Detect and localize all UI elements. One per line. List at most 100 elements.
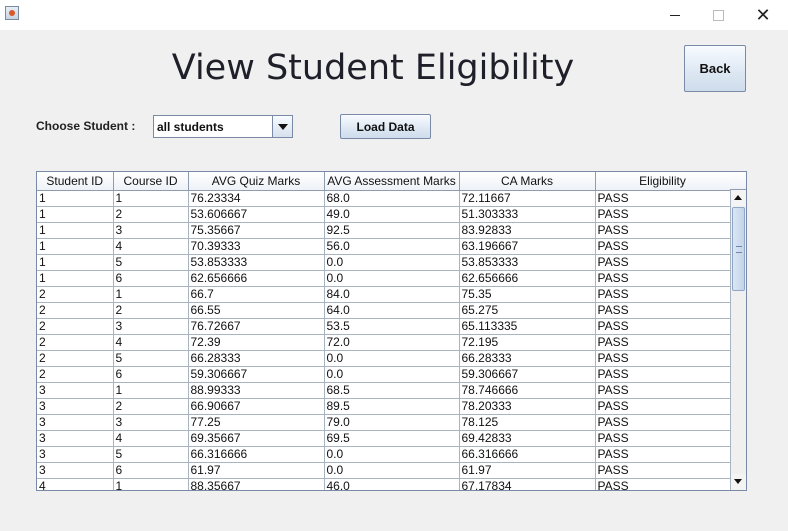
table-cell[interactable]: 3: [37, 382, 114, 399]
table-cell[interactable]: 6: [113, 270, 189, 287]
table-cell[interactable]: 92.5: [324, 222, 460, 239]
table-cell[interactable]: 2: [37, 350, 114, 367]
table-row[interactable]: 1 5 53.853333 0.0 53.853333 PASS: [37, 254, 730, 271]
table-row[interactable]: 3 6 61.97 0.0 61.97 PASS: [37, 462, 730, 479]
table-cell[interactable]: 2: [37, 302, 114, 319]
table-cell[interactable]: 70.39333: [188, 238, 325, 255]
table-cell[interactable]: 1: [37, 206, 114, 223]
table-cell[interactable]: 2: [37, 318, 114, 335]
table-cell[interactable]: 4: [113, 334, 189, 351]
table-cell[interactable]: 88.35667: [188, 478, 325, 490]
table-cell[interactable]: 53.853333: [459, 254, 596, 271]
column-header[interactable]: CA Marks: [459, 172, 596, 191]
table-cell[interactable]: 78.20333: [459, 398, 596, 415]
table-row[interactable]: 2 2 66.55 64.0 65.275 PASS: [37, 302, 730, 319]
table-cell[interactable]: 3: [37, 430, 114, 447]
table-row[interactable]: 2 4 72.39 72.0 72.195 PASS: [37, 334, 730, 351]
table-cell[interactable]: 65.113335: [459, 318, 596, 335]
table-cell[interactable]: 53.853333: [188, 254, 325, 271]
scroll-down-icon[interactable]: [731, 474, 746, 490]
table-cell[interactable]: 4: [37, 478, 114, 490]
table-cell[interactable]: 4: [113, 430, 189, 447]
table-cell[interactable]: 5: [113, 254, 189, 271]
table-cell[interactable]: 53.606667: [188, 206, 325, 223]
table-cell[interactable]: 1: [113, 190, 189, 207]
table-cell[interactable]: 59.306667: [188, 366, 325, 383]
table-cell[interactable]: 1: [113, 478, 189, 490]
table-cell[interactable]: 2: [113, 302, 189, 319]
table-cell[interactable]: 63.196667: [459, 238, 596, 255]
table-row[interactable]: 3 1 88.99333 68.5 78.746666 PASS: [37, 382, 730, 399]
chevron-down-icon[interactable]: [272, 116, 292, 137]
table-cell[interactable]: 75.35667: [188, 222, 325, 239]
table-cell[interactable]: 3: [113, 222, 189, 239]
table-cell[interactable]: 66.90667: [188, 398, 325, 415]
table-cell[interactable]: 62.656666: [188, 270, 325, 287]
table-cell[interactable]: PASS: [595, 430, 730, 447]
table-cell[interactable]: 0.0: [324, 446, 460, 463]
table-cell[interactable]: 64.0: [324, 302, 460, 319]
table-cell[interactable]: 76.23334: [188, 190, 325, 207]
table-cell[interactable]: 3: [113, 318, 189, 335]
table-cell[interactable]: PASS: [595, 414, 730, 431]
table-cell[interactable]: PASS: [595, 190, 730, 207]
table-cell[interactable]: 0.0: [324, 366, 460, 383]
table-cell[interactable]: PASS: [595, 286, 730, 303]
table-row[interactable]: 1 4 70.39333 56.0 63.196667 PASS: [37, 238, 730, 255]
table-cell[interactable]: 66.28333: [188, 350, 325, 367]
table-cell[interactable]: 0.0: [324, 462, 460, 479]
table-cell[interactable]: 72.39: [188, 334, 325, 351]
table-cell[interactable]: 72.195: [459, 334, 596, 351]
table-cell[interactable]: 78.125: [459, 414, 596, 431]
minimize-button[interactable]: [652, 0, 698, 30]
table-cell[interactable]: 67.17834: [459, 478, 596, 490]
table-row[interactable]: 2 3 76.72667 53.5 65.113335 PASS: [37, 318, 730, 335]
table-row[interactable]: 3 4 69.35667 69.5 69.42833 PASS: [37, 430, 730, 447]
table-cell[interactable]: 69.42833: [459, 430, 596, 447]
table-cell[interactable]: 1: [113, 382, 189, 399]
table-row[interactable]: 1 3 75.35667 92.5 83.92833 PASS: [37, 222, 730, 239]
table-cell[interactable]: 1: [37, 254, 114, 271]
scroll-up-icon[interactable]: [731, 190, 746, 206]
table-cell[interactable]: 46.0: [324, 478, 460, 490]
table-cell[interactable]: 56.0: [324, 238, 460, 255]
table-row[interactable]: 4 1 88.35667 46.0 67.17834 PASS: [37, 478, 730, 490]
table-cell[interactable]: 0.0: [324, 270, 460, 287]
table-cell[interactable]: 2: [113, 398, 189, 415]
table-cell[interactable]: PASS: [595, 238, 730, 255]
table-cell[interactable]: 2: [37, 286, 114, 303]
table-cell[interactable]: PASS: [595, 318, 730, 335]
table-cell[interactable]: PASS: [595, 222, 730, 239]
table-cell[interactable]: 6: [113, 462, 189, 479]
table-row[interactable]: 3 5 66.316666 0.0 66.316666 PASS: [37, 446, 730, 463]
table-row[interactable]: 1 2 53.606667 49.0 51.303333 PASS: [37, 206, 730, 223]
table-cell[interactable]: 68.0: [324, 190, 460, 207]
table-cell[interactable]: 3: [37, 446, 114, 463]
table-cell[interactable]: 1: [37, 222, 114, 239]
table-cell[interactable]: PASS: [595, 462, 730, 479]
maximize-button[interactable]: [695, 0, 741, 30]
table-cell[interactable]: 69.5: [324, 430, 460, 447]
table-cell[interactable]: 1: [37, 238, 114, 255]
table-cell[interactable]: 77.25: [188, 414, 325, 431]
column-header[interactable]: AVG Assessment Marks: [324, 172, 460, 191]
table-cell[interactable]: 2: [37, 334, 114, 351]
back-button[interactable]: Back: [684, 45, 746, 92]
vertical-scrollbar[interactable]: [730, 172, 746, 490]
table-cell[interactable]: PASS: [595, 446, 730, 463]
table-cell[interactable]: 66.7: [188, 286, 325, 303]
table-cell[interactable]: 61.97: [459, 462, 596, 479]
close-button[interactable]: ✕: [740, 0, 786, 30]
table-cell[interactable]: 66.55: [188, 302, 325, 319]
table-cell[interactable]: 61.97: [188, 462, 325, 479]
table-cell[interactable]: 3: [113, 414, 189, 431]
table-cell[interactable]: 69.35667: [188, 430, 325, 447]
table-cell[interactable]: 66.316666: [188, 446, 325, 463]
table-cell[interactable]: 53.5: [324, 318, 460, 335]
table-cell[interactable]: 65.275: [459, 302, 596, 319]
table-cell[interactable]: 62.656666: [459, 270, 596, 287]
table-cell[interactable]: 78.746666: [459, 382, 596, 399]
table-cell[interactable]: 3: [37, 414, 114, 431]
table-cell[interactable]: PASS: [595, 350, 730, 367]
table-cell[interactable]: 88.99333: [188, 382, 325, 399]
